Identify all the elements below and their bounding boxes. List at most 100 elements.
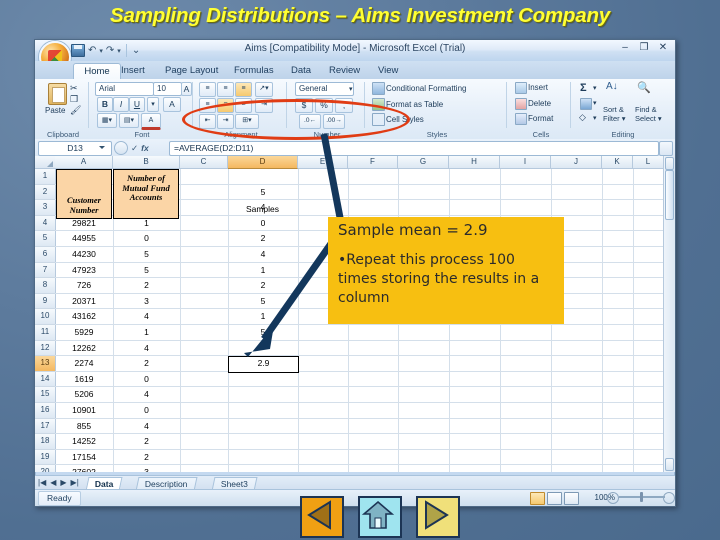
sort-filter-icon[interactable]: A↓ — [606, 81, 618, 92]
align-bottom-button[interactable]: ≡ — [235, 82, 252, 97]
cell-A19[interactable]: 17154 — [55, 452, 113, 462]
delete-cells-button[interactable]: Delete — [528, 99, 551, 108]
row-header-1[interactable]: 1 — [35, 169, 56, 185]
cell-D6[interactable]: 4 — [228, 249, 298, 259]
column-header-i[interactable]: I — [500, 156, 551, 169]
chevron-down-icon[interactable]: ▾ — [349, 85, 353, 93]
insert-function-icon[interactable]: fx — [141, 143, 149, 153]
row-header-6[interactable]: 6 — [35, 247, 56, 263]
column-header-c[interactable]: C — [180, 156, 228, 169]
cell-A6[interactable]: 44230 — [55, 249, 113, 259]
clear-dropdown[interactable]: ▾ — [593, 114, 597, 122]
cell-B5[interactable]: 0 — [113, 233, 180, 243]
find-select-icon[interactable]: 🔍 — [637, 81, 651, 94]
grow-font-button[interactable]: A — [181, 82, 192, 96]
row-header-9[interactable]: 9 — [35, 293, 56, 310]
restore-button[interactable]: ❐ — [638, 42, 650, 54]
row-header-14[interactable]: 14 — [35, 371, 56, 388]
tab-view[interactable]: View — [372, 63, 404, 79]
cell-styles-button[interactable]: Cell Styles — [386, 115, 424, 124]
row-header-15[interactable]: 15 — [35, 387, 56, 403]
cell-A13[interactable]: 2274 — [55, 358, 113, 368]
cut-icon[interactable]: ✂ — [70, 83, 78, 94]
font-color-button[interactable]: A — [141, 113, 161, 130]
row-header-18[interactable]: 18 — [35, 434, 56, 450]
column-header-f[interactable]: F — [348, 156, 398, 169]
copy-icon[interactable]: ❐ — [70, 94, 78, 105]
cell-A10[interactable]: 43162 — [55, 311, 113, 321]
forward-button[interactable] — [416, 496, 460, 538]
cell-A9[interactable]: 20371 — [55, 296, 113, 306]
orientation-button[interactable]: ↗▾ — [255, 82, 273, 97]
last-sheet-button[interactable]: ▶| — [71, 478, 79, 487]
column-header-a[interactable]: A — [55, 156, 113, 169]
increase-decimal-button[interactable]: .0← — [299, 114, 321, 129]
tab-formulas[interactable]: Formulas — [228, 63, 280, 79]
save-icon[interactable] — [71, 44, 85, 57]
cell-B11[interactable]: 1 — [113, 327, 180, 337]
conditional-formatting-button[interactable]: Conditional Formatting — [386, 84, 466, 93]
cell-A11[interactable]: 5929 — [55, 327, 113, 337]
redo-icon[interactable]: ↷ — [106, 45, 114, 56]
increase-indent-button[interactable]: ⇥ — [217, 114, 234, 129]
row-header-13[interactable]: 13 — [35, 356, 56, 372]
cell-A12[interactable]: 12262 — [55, 343, 113, 353]
scroll-down-button[interactable] — [665, 458, 674, 471]
column-header-j[interactable]: J — [551, 156, 602, 169]
selected-cell-d13[interactable]: 2.9 — [228, 356, 299, 373]
column-header-g[interactable]: G — [398, 156, 449, 169]
name-box-chevron-down-icon[interactable] — [99, 146, 105, 149]
column-header-d[interactable]: D — [228, 156, 298, 169]
percent-button[interactable]: % — [315, 98, 333, 113]
format-cells-button[interactable]: Format — [528, 114, 553, 123]
font-size-input[interactable]: 10 — [153, 82, 182, 96]
close-button[interactable]: ✕ — [657, 42, 669, 54]
decrease-decimal-button[interactable]: .00→ — [323, 114, 345, 129]
align-top-button[interactable]: ≡ — [199, 82, 216, 97]
cell-B4[interactable]: 1 — [113, 218, 180, 228]
cell-A20[interactable]: 27602 — [55, 467, 113, 472]
cell-A14[interactable]: 1619 — [55, 374, 113, 384]
formula-input[interactable]: =AVERAGE(D2:D11) — [169, 141, 659, 156]
cell-D10[interactable]: 1 — [228, 311, 298, 321]
next-sheet-button[interactable]: ▶ — [60, 478, 66, 487]
cell-B9[interactable]: 3 — [113, 296, 180, 306]
cell-a1-header[interactable]: Customer Number — [56, 169, 112, 219]
cell-B13[interactable]: 2 — [113, 358, 180, 368]
row-header-5[interactable]: 5 — [35, 231, 56, 247]
cell-B6[interactable]: 5 — [113, 249, 180, 259]
underline-dropdown[interactable]: ▾ — [147, 97, 159, 112]
home-button[interactable] — [358, 496, 402, 538]
column-header-b[interactable]: B — [113, 156, 180, 169]
clear-icon[interactable]: ◇ — [579, 112, 586, 123]
row-header-10[interactable]: 10 — [35, 309, 56, 325]
paste-icon[interactable] — [48, 83, 67, 105]
column-header-k[interactable]: K — [602, 156, 633, 169]
italic-button[interactable]: I — [113, 97, 129, 112]
format-cells-icon[interactable] — [515, 113, 527, 125]
cell-B16[interactable]: 0 — [113, 405, 180, 415]
cell-A17[interactable]: 855 — [55, 421, 113, 431]
prev-sheet-button[interactable]: ◀ — [50, 478, 56, 487]
align-middle-button[interactable]: ≡ — [217, 82, 234, 97]
tab-data[interactable]: Data — [285, 63, 317, 79]
row-header-7[interactable]: 7 — [35, 262, 56, 279]
wrap-text-button[interactable]: ⇥ — [255, 98, 273, 113]
cell-B15[interactable]: 4 — [113, 389, 180, 399]
row-header-20[interactable]: 20 — [35, 465, 56, 472]
cell-A8[interactable]: 726 — [55, 280, 113, 290]
cell-B14[interactable]: 0 — [113, 374, 180, 384]
cell-A5[interactable]: 44955 — [55, 233, 113, 243]
format-as-table-button[interactable]: Format as Table — [386, 100, 443, 109]
cell-A7[interactable]: 47923 — [55, 265, 113, 275]
cell-D8[interactable]: 2 — [228, 280, 298, 290]
align-center-button[interactable]: ≡ — [217, 98, 234, 113]
paste-button-label[interactable]: Paste — [45, 106, 65, 115]
cell-A16[interactable]: 10901 — [55, 405, 113, 415]
cell-B12[interactable]: 4 — [113, 343, 180, 353]
currency-button[interactable]: $ — [295, 98, 313, 113]
align-right-button[interactable]: ≡ — [235, 98, 252, 113]
comma-button[interactable]: , — [335, 98, 353, 113]
format-as-table-icon[interactable] — [372, 98, 385, 111]
autosum-icon[interactable]: Σ — [580, 82, 587, 94]
